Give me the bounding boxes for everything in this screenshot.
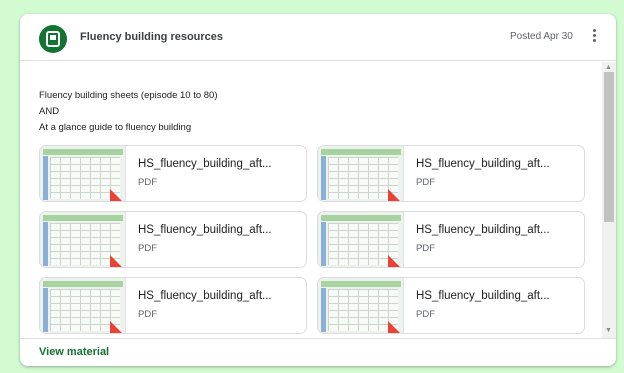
attachment-name: HS_fluency_building_aft...: [416, 290, 550, 302]
scroll-up-icon[interactable]: ▲: [605, 64, 612, 71]
attachment-type: PDF: [416, 177, 435, 188]
pdf-badge-icon: [110, 321, 124, 333]
card-footer: View material: [20, 338, 616, 366]
attachment-name: HS_fluency_building_aft...: [138, 290, 272, 302]
attachment-type: PDF: [138, 177, 157, 188]
pdf-badge-icon: [110, 255, 124, 267]
description-line: AND: [39, 106, 60, 117]
assignment-icon: [39, 25, 67, 53]
attachment-card[interactable]: HS_fluency_building_aft... PDF: [317, 145, 585, 202]
more-vert-icon[interactable]: [588, 27, 600, 47]
attachment-name: HS_fluency_building_aft...: [138, 158, 272, 170]
pdf-thumbnail: [40, 212, 126, 267]
scroll-down-icon[interactable]: ▼: [605, 327, 612, 334]
pdf-badge-icon: [110, 189, 124, 201]
description-line: At a glance guide to fluency building: [39, 122, 192, 133]
scrollbar-thumb[interactable]: [604, 72, 614, 222]
description-line: Fluency building sheets (episode 10 to 8…: [39, 90, 218, 101]
attachment-type: PDF: [138, 243, 157, 254]
attachment-name: HS_fluency_building_aft...: [416, 224, 550, 236]
attachment-card[interactable]: HS_fluency_building_aft... PDF: [39, 277, 307, 334]
attachment-name: HS_fluency_building_aft...: [138, 224, 272, 236]
pdf-badge-icon: [388, 189, 402, 201]
card-body: Fluency building sheets (episode 10 to 8…: [20, 62, 616, 338]
attachment-type: PDF: [416, 309, 435, 320]
attachment-type: PDF: [416, 243, 435, 254]
card-header: Fluency building resources Posted Apr 30: [20, 14, 616, 61]
material-description: Fluency building sheets (episode 10 to 8…: [39, 88, 218, 136]
posted-date: Posted Apr 30: [510, 31, 573, 42]
attachment-name: HS_fluency_building_aft...: [416, 158, 550, 170]
pdf-badge-icon: [388, 255, 402, 267]
attachment-card[interactable]: HS_fluency_building_aft... PDF: [317, 211, 585, 268]
pdf-thumbnail: [40, 146, 126, 201]
material-card: Fluency building resources Posted Apr 30…: [20, 14, 616, 366]
pdf-thumbnail: [318, 146, 404, 201]
scrollbar[interactable]: ▲ ▼: [602, 62, 616, 338]
attachment-card[interactable]: HS_fluency_building_aft... PDF: [39, 145, 307, 202]
card-title[interactable]: Fluency building resources: [80, 31, 223, 43]
pdf-thumbnail: [318, 212, 404, 267]
pdf-thumbnail: [318, 278, 404, 333]
pdf-badge-icon: [388, 321, 402, 333]
attachment-card[interactable]: HS_fluency_building_aft... PDF: [317, 277, 585, 334]
pdf-thumbnail: [40, 278, 126, 333]
view-material-link[interactable]: View material: [39, 341, 109, 363]
attachment-type: PDF: [138, 309, 157, 320]
attachment-card[interactable]: HS_fluency_building_aft... PDF: [39, 211, 307, 268]
